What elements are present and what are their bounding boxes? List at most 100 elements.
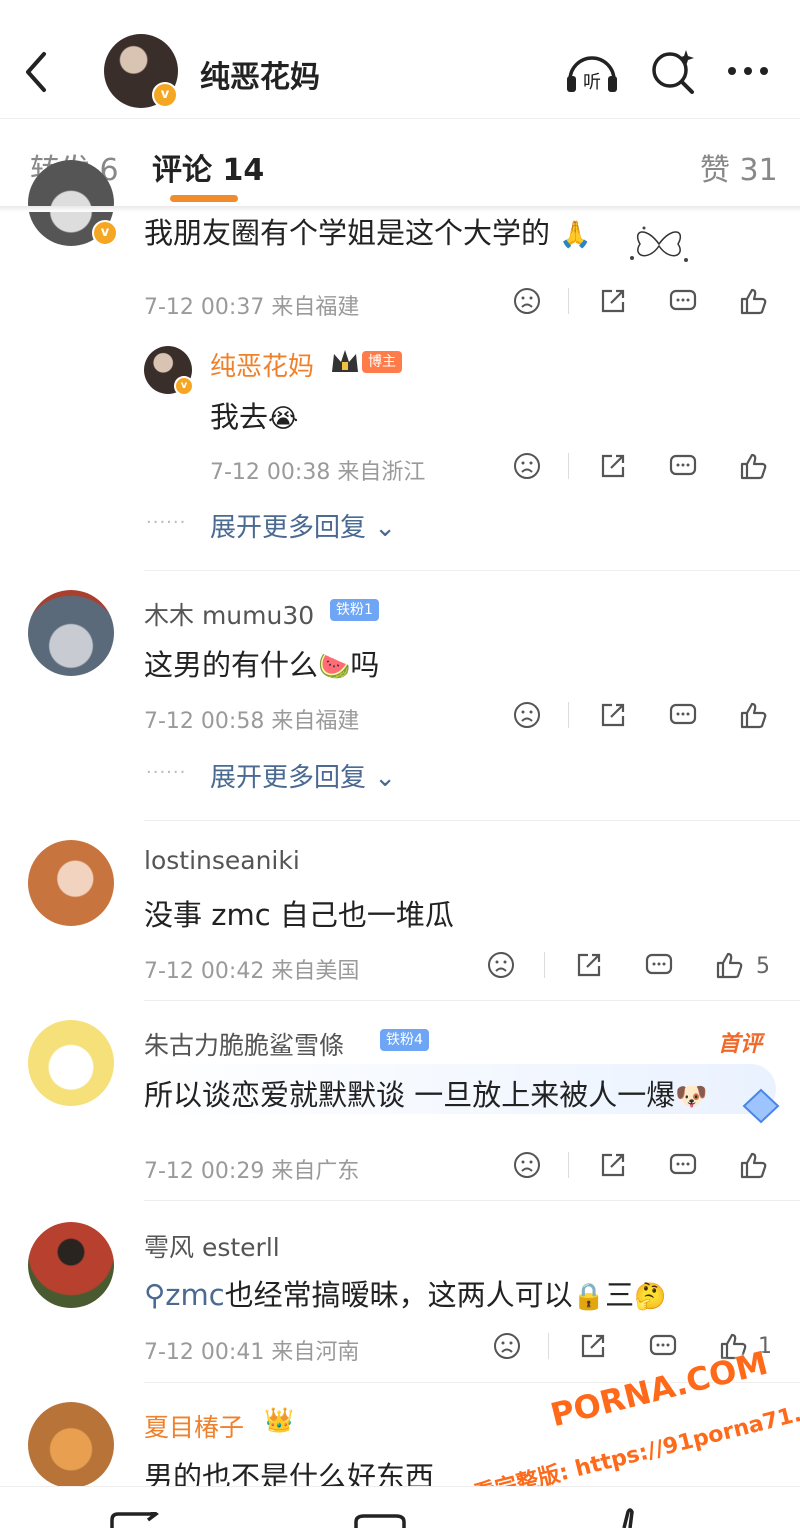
svg-text:听: 听 — [583, 72, 601, 93]
comment-icon[interactable] — [644, 950, 674, 980]
commenter-avatar[interactable] — [28, 590, 114, 676]
share-icon[interactable] — [598, 286, 628, 316]
commenter-avatar[interactable] — [28, 840, 114, 926]
divider — [144, 1000, 800, 1001]
mention-link[interactable]: ⚲zmc — [144, 1278, 225, 1312]
comment-text-body: 我朋友圈有个学姐是这个大学的 — [144, 216, 551, 250]
diamond-icon — [742, 1088, 780, 1124]
tab-likes[interactable]: 赞 31 — [700, 145, 778, 189]
crown-badge-icon: 👑 — [264, 1406, 294, 1434]
like-icon[interactable] — [738, 700, 768, 730]
more-dots: ······ — [146, 512, 187, 533]
author-name[interactable]: 纯恶花妈 — [200, 52, 320, 96]
comment-time: 7-12 00:37 来自福建 — [144, 295, 360, 320]
like-icon[interactable] — [738, 1150, 768, 1180]
expand-replies-label: 展开更多回复 — [210, 763, 367, 793]
author-badge: 博主 — [362, 351, 402, 373]
comment-username[interactable]: 朱古力脆脆鲨雪條 — [144, 1026, 344, 1062]
comment-text-tail: 吗 — [350, 648, 380, 682]
action-separator — [568, 1152, 569, 1178]
praying-hands-emoji: 🙏 — [559, 220, 592, 250]
comment-time: 7-12 00:42 来自美国 — [144, 959, 360, 984]
share-icon[interactable] — [598, 1150, 628, 1180]
commenter-avatar[interactable] — [28, 1222, 114, 1308]
comment-icon[interactable] — [668, 451, 698, 481]
like-icon[interactable] — [714, 950, 744, 980]
search-icon: ⚲ — [144, 1278, 166, 1312]
chevron-down-icon: ⌄ — [374, 763, 397, 793]
search-ai-icon[interactable] — [646, 46, 702, 96]
comment-text: 没事 zmc 自己也一堆瓜 — [144, 898, 454, 932]
verified-icon: v — [92, 220, 118, 246]
like-icon[interactable] — [738, 286, 768, 316]
sad-face-icon[interactable] — [512, 1150, 542, 1180]
repost-icon[interactable] — [108, 1512, 164, 1528]
tab-bar: 转发 6 评论 14 赞 31 — [0, 118, 800, 207]
more-dots: ······ — [146, 762, 187, 783]
divider — [144, 570, 800, 571]
butterfly-sticker-icon — [630, 226, 688, 262]
divider — [144, 820, 800, 821]
reply-text-body: 我去 — [210, 400, 269, 434]
comment-username[interactable]: 木木 mumu30 — [144, 596, 314, 632]
fan-badge: 铁粉1 — [330, 599, 379, 621]
sad-face-icon[interactable] — [492, 1331, 522, 1361]
sad-face-icon[interactable] — [512, 286, 542, 316]
action-separator — [568, 453, 569, 479]
tab-indicator — [170, 195, 238, 202]
comment-icon[interactable] — [648, 1331, 678, 1361]
action-separator — [568, 288, 569, 314]
action-separator — [544, 952, 545, 978]
tab-comments[interactable]: 评论 14 — [152, 145, 264, 189]
comment-icon[interactable] — [668, 1150, 698, 1180]
chevron-down-icon: ⌄ — [374, 513, 397, 543]
action-separator — [568, 702, 569, 728]
share-icon[interactable] — [578, 1331, 608, 1361]
like-count: 5 — [756, 954, 770, 979]
comment-username[interactable]: 雩风 esterll — [144, 1228, 280, 1264]
first-comment-tag: 首评 — [718, 1032, 763, 1057]
lock-emoji: 🔒 — [572, 1282, 606, 1312]
commenter-avatar[interactable] — [28, 1020, 114, 1106]
top-bar: v 纯恶花妈 听 — [0, 0, 800, 118]
comment-icon[interactable] — [352, 1514, 408, 1528]
divider — [144, 1200, 800, 1201]
comment-username[interactable]: 夏目椿子 — [144, 1408, 244, 1444]
expand-replies-link[interactable]: 展开更多回复 ⌄ — [210, 757, 396, 794]
listen-icon[interactable]: 听 — [564, 46, 620, 96]
crown-icon — [332, 350, 358, 372]
share-icon[interactable] — [574, 950, 604, 980]
sad-face-icon[interactable] — [486, 950, 516, 980]
comment-text: 所以谈恋爱就默默谈 一旦放上来被人一爆🐶 — [144, 1072, 708, 1114]
sad-face-icon[interactable] — [512, 451, 542, 481]
reply-text: 我去😭 — [210, 394, 298, 436]
share-icon[interactable] — [598, 700, 628, 730]
expand-replies-link[interactable]: 展开更多回复 ⌄ — [210, 507, 396, 544]
watermelon-emoji: 🍉 — [318, 652, 351, 682]
commenter-avatar[interactable] — [28, 1402, 114, 1488]
comment-time: 7-12 00:58 来自福建 — [144, 709, 360, 734]
comment-icon[interactable] — [668, 700, 698, 730]
comment-time: 7-12 00:29 来自广东 — [144, 1159, 360, 1184]
like-icon[interactable] — [738, 451, 768, 481]
comment-text-body: 也经常搞暧昧，这两人可以 — [224, 1278, 573, 1312]
verified-icon: v — [152, 82, 178, 108]
fan-badge: 铁粉4 — [380, 1029, 429, 1051]
share-icon[interactable] — [598, 451, 628, 481]
back-icon[interactable] — [22, 50, 50, 94]
reply-time: 7-12 00:38 来自浙江 — [210, 460, 426, 485]
comment-text-body: 这男的有什么 — [144, 648, 319, 682]
sad-face-icon[interactable] — [512, 700, 542, 730]
comment-text-body: 所以谈恋爱就默默谈 一旦放上来被人一爆 — [144, 1078, 676, 1112]
thinking-emoji: 🤔 — [634, 1282, 667, 1312]
crying-emoji: 😭 — [268, 404, 299, 434]
reply-username[interactable]: 纯恶花妈 — [210, 346, 314, 383]
like-icon[interactable] — [614, 1508, 638, 1528]
comment-text: ⚲zmc也经常搞暧昧，这两人可以🔒三🤔 — [144, 1272, 666, 1314]
comment-text: 我朋友圈有个学姐是这个大学的 🙏 — [144, 210, 592, 252]
comment-time: 7-12 00:41 来自河南 — [144, 1340, 360, 1365]
more-icon[interactable] — [722, 46, 778, 96]
comment-icon[interactable] — [668, 286, 698, 316]
verified-icon: v — [174, 376, 194, 396]
comment-username[interactable]: lostinseaniki — [144, 846, 300, 875]
